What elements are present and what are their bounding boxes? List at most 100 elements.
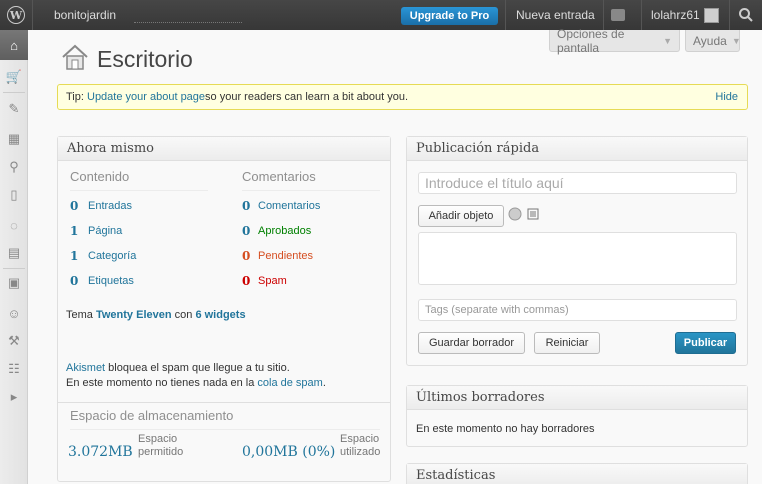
wordpress-logo-icon[interactable]: W xyxy=(0,0,32,30)
quick-press-box: Publicación rápida Introduce el título a… xyxy=(406,136,748,366)
recent-drafts-empty: En este momento no hay borradores xyxy=(416,423,595,435)
categories-count[interactable]: 1 xyxy=(70,249,78,263)
site-name-underline xyxy=(134,22,242,23)
post-title-input[interactable]: Introduce el título aquí xyxy=(418,172,737,194)
content-textarea[interactable] xyxy=(418,232,737,285)
chevron-down-icon: ▼ xyxy=(663,35,672,46)
chevron-down-icon: ▼ xyxy=(731,35,741,46)
spam-link[interactable]: Spam xyxy=(258,275,287,287)
dashboard-icon[interactable]: ⌂ xyxy=(0,30,28,60)
tools-icon[interactable]: ⚒ xyxy=(5,332,23,350)
storage-used-label: Espacio utilizado xyxy=(340,433,381,458)
storage-allowed-label: Espacio permitido xyxy=(138,433,184,458)
storage-used-value: 0,00MB (0%) xyxy=(242,444,336,460)
admin-bar-divider xyxy=(729,0,730,30)
reset-button[interactable]: Reiniciar xyxy=(534,332,600,354)
avatar[interactable] xyxy=(704,8,719,23)
recent-drafts-box: Últimos borradores En este momento no ha… xyxy=(406,385,748,447)
approved-link[interactable]: Aprobados xyxy=(258,225,311,237)
theme-link[interactable]: Twenty Eleven xyxy=(96,309,172,321)
dashboard-home-icon xyxy=(62,44,88,70)
comments-icon[interactable]: ◌ xyxy=(5,216,23,234)
akismet-text: bloquea el spam que llegue a tu sitio. xyxy=(105,362,290,374)
pending-count[interactable]: 0 xyxy=(242,249,250,263)
help-button[interactable]: Ayuda ▼ xyxy=(685,30,741,52)
menu-separator xyxy=(3,92,25,93)
feedback-icon[interactable]: ▤ xyxy=(5,244,23,262)
divider xyxy=(242,190,380,191)
comments-count[interactable]: 0 xyxy=(242,199,250,213)
tip-suffix: so your readers can learn a bit about yo… xyxy=(205,91,409,103)
appearance-icon[interactable]: ▣ xyxy=(5,274,23,292)
spam-queue-suffix: . xyxy=(322,377,326,389)
theme-info: Tema Twenty Eleven con 6 widgets xyxy=(66,309,246,321)
notifications-icon[interactable] xyxy=(611,9,625,21)
approved-count[interactable]: 0 xyxy=(242,224,250,238)
store-icon[interactable]: 🛒 xyxy=(5,68,23,86)
pages-count[interactable]: 1 xyxy=(70,224,78,238)
admin-bar-divider xyxy=(32,0,33,30)
save-draft-button[interactable]: Guardar borrador xyxy=(418,332,525,354)
comments-link[interactable]: Comentarios xyxy=(258,200,320,212)
media-upload-icon[interactable] xyxy=(508,207,522,221)
tip-prefix: Tip: xyxy=(66,91,84,103)
admin-bar: W bonitojardin Upgrade to Pro Nueva entr… xyxy=(0,0,762,30)
admin-bar-divider xyxy=(603,0,604,30)
stats-box: Estadísticas xyxy=(406,463,748,484)
admin-menu: ⌂ 🛒 ✎ ▦ ⚲ ▯ ◌ ▤ ▣ ☺ ⚒ ☷ ▸ xyxy=(0,30,28,484)
hide-tip-link[interactable]: Hide xyxy=(715,91,738,103)
admin-bar-divider xyxy=(505,0,506,30)
quick-press-title: Publicación rápida xyxy=(407,137,747,161)
storage-allowed-value: 3.072MB xyxy=(68,444,133,460)
posts-link[interactable]: Entradas xyxy=(88,200,132,212)
spam-queue-link[interactable]: cola de spam xyxy=(257,377,322,389)
recent-drafts-title: Últimos borradores xyxy=(407,386,747,410)
tags-input[interactable]: Tags (separate with commas) xyxy=(418,299,737,321)
spam-queue-prefix: En este momento no tienes nada en la xyxy=(66,377,258,389)
links-icon[interactable]: ⚲ xyxy=(5,158,23,176)
spam-count[interactable]: 0 xyxy=(242,274,250,288)
page-title: Escritorio xyxy=(97,46,193,72)
storage-heading: Espacio de almacenamiento xyxy=(70,408,234,423)
posts-count[interactable]: 0 xyxy=(70,199,78,213)
admin-bar-divider xyxy=(641,0,642,30)
tags-link[interactable]: Etiquetas xyxy=(88,275,134,287)
pending-link[interactable]: Pendientes xyxy=(258,250,313,262)
help-label: Ayuda xyxy=(693,33,727,48)
users-icon[interactable]: ☺ xyxy=(5,304,23,322)
akismet-info: Akismet bloquea el spam que llegue a tu … xyxy=(66,361,326,391)
pages-icon[interactable]: ▯ xyxy=(5,186,23,204)
pages-link[interactable]: Página xyxy=(88,225,122,237)
user-account-link[interactable]: lolahrz61 xyxy=(651,0,700,30)
stats-title: Estadísticas xyxy=(407,464,747,484)
content-heading: Contenido xyxy=(70,169,130,184)
divider xyxy=(58,402,390,403)
search-icon[interactable] xyxy=(738,7,754,23)
posts-icon[interactable]: ✎ xyxy=(5,100,23,118)
comments-heading: Comentarios xyxy=(242,169,316,184)
menu-separator xyxy=(3,268,25,269)
update-about-page-link[interactable]: Update your about page xyxy=(87,91,205,103)
media-icon[interactable]: ▦ xyxy=(5,130,23,148)
settings-icon[interactable]: ☷ xyxy=(5,360,23,378)
tags-count[interactable]: 0 xyxy=(70,274,78,288)
upgrade-to-pro-button[interactable]: Upgrade to Pro xyxy=(401,7,498,25)
gallery-icon[interactable] xyxy=(527,208,539,220)
new-entry-link[interactable]: Nueva entrada xyxy=(516,0,595,30)
right-now-box: Ahora mismo Contenido Comentarios 0 Entr… xyxy=(57,136,391,482)
divider xyxy=(70,190,208,191)
right-now-title: Ahora mismo xyxy=(58,137,390,161)
screen-options-button[interactable]: Opciones de pantalla ▼ xyxy=(549,26,680,55)
divider xyxy=(70,429,380,430)
theme-middle: con xyxy=(171,309,196,321)
add-media-button[interactable]: Añadir objeto xyxy=(418,205,504,227)
theme-prefix: Tema xyxy=(66,309,96,321)
publish-button[interactable]: Publicar xyxy=(675,332,736,354)
screen-options-label: Opciones de pantalla xyxy=(557,26,625,55)
collapse-menu-icon[interactable]: ▸ xyxy=(5,388,23,406)
site-name-link[interactable]: bonitojardin xyxy=(54,0,116,30)
categories-link[interactable]: Categoría xyxy=(88,250,136,262)
tip-notice: Tip: Update your about page so your read… xyxy=(57,84,748,110)
akismet-link[interactable]: Akismet xyxy=(66,362,105,374)
widgets-link[interactable]: 6 widgets xyxy=(195,309,245,321)
